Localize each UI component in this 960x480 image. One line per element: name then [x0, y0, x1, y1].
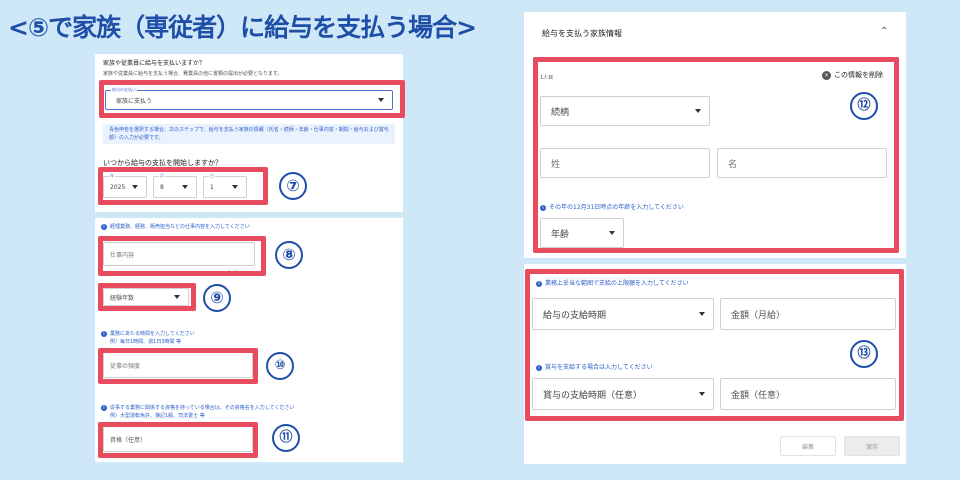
highlight-freq [98, 348, 258, 384]
family-info-title: 給与を支払う家族情報 [542, 29, 622, 38]
highlight-pay-amounts [525, 269, 904, 421]
info-note: 青色申告を選択する場合、次のステップで、給与を支払う家族の情報（氏名・続柄・年齢… [103, 124, 395, 144]
highlight-work [98, 236, 266, 276]
work-info-text: 経理業務、経務、販売担当などの仕事内容を入力してください [110, 224, 250, 230]
qual-info-text: 従事する業務に関係する資格を持っている場合は、その資格名を入力してください [110, 405, 295, 411]
marker-9: ⑨ [203, 284, 231, 312]
highlight-qual [98, 422, 258, 458]
edit-button[interactable]: 編集 [780, 436, 836, 456]
save-button[interactable]: 保存 [844, 436, 900, 456]
highlight-date [98, 167, 268, 205]
info-icon: i [101, 223, 107, 230]
freq-info-text: 業務にあたる時間を入力してください [110, 331, 195, 337]
highlight-pay-select [99, 80, 405, 118]
work-info: i 経理業務、経務、販売担当などの仕事内容を入力してください [101, 223, 250, 230]
marker-12: ⑫ [850, 92, 878, 120]
qual-info: i 従事する業務に関係する資格を持っている場合は、その資格名を入力してください [101, 404, 294, 411]
collapse-icon[interactable]: ⌃ [880, 26, 888, 37]
q1-subtitle: 家族や従業員に給与を支払う場合、費業員の他に書類の提出が必要となります。 [103, 71, 283, 77]
marker-11: ⑪ [272, 424, 300, 452]
marker-8: ⑧ [275, 241, 303, 269]
highlight-years [98, 283, 196, 311]
marker-10: ⑩ [266, 352, 294, 380]
info-icon: i [101, 404, 107, 411]
q1-title: 家族や従業員に給与を支払いますか？ [103, 60, 206, 67]
freq-info: i 業務にあたる時間を入力してください [101, 330, 195, 337]
highlight-family-info [533, 57, 899, 253]
info-icon: i [101, 330, 107, 337]
marker-7: ⑦ [279, 172, 307, 200]
page-heading: <⑤で家族（専従者）に給与を支払う場合> [8, 13, 477, 42]
qual-example: 例）大型運転免許、簿記1級、司法書士 等 [110, 413, 205, 419]
freq-example: 例）毎日1時間、週1日3時間 等 [110, 339, 182, 345]
marker-13: ⑬ [850, 340, 878, 368]
